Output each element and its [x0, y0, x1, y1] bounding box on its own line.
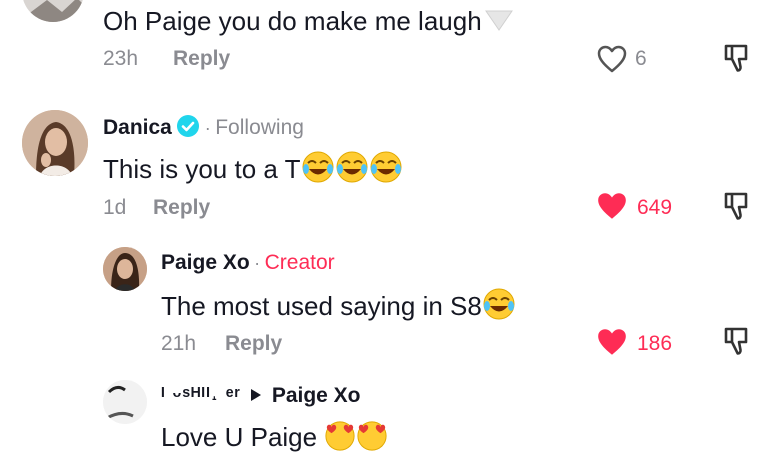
heart-filled-icon[interactable] — [595, 326, 629, 358]
reply-button[interactable]: Reply — [153, 196, 210, 220]
avatar[interactable] — [22, 0, 84, 22]
reply-button[interactable]: Reply — [173, 47, 230, 71]
avatar[interactable] — [22, 110, 88, 176]
creator-label: Creator — [264, 251, 335, 274]
white-heart-icon — [484, 10, 513, 31]
avatar[interactable] — [103, 247, 147, 291]
avatar[interactable] — [103, 380, 147, 424]
heart-outline-icon[interactable] — [596, 44, 628, 74]
author-name[interactable]: Paige Xo — [161, 251, 250, 274]
comment-text-content: This is you to a T — [103, 154, 301, 184]
author-name[interactable]: Danica — [103, 116, 172, 139]
like-count: 6 — [635, 47, 647, 70]
avatar-photo — [103, 247, 147, 291]
smiling-face-with-hearts-icon — [357, 421, 387, 451]
dislike-icon[interactable] — [722, 42, 752, 74]
dislike-icon[interactable] — [722, 190, 752, 222]
like-count: 649 — [637, 196, 673, 219]
dislike-icon[interactable] — [722, 325, 752, 357]
smiling-face-with-hearts-icon — [325, 421, 355, 451]
separator-dot: · — [254, 253, 261, 273]
comment-text: The most used saying in S8 — [161, 287, 516, 322]
comment-time: 23h — [103, 47, 139, 70]
like-count: 186 — [637, 332, 673, 355]
comment-text: This is you to a T — [103, 150, 403, 185]
face-with-tears-of-joy-icon — [302, 151, 333, 183]
face-with-tears-of-joy-icon — [483, 288, 515, 320]
comment-text-content: The most used saying in S8 — [161, 291, 482, 321]
author-name-partial[interactable]: ᴵ ᵕˢᴴᴵᴵ˔ ᵉʳ — [161, 384, 241, 407]
comment-text: Oh Paige you do make me laugh — [103, 2, 516, 37]
separator-dot: · — [204, 118, 211, 138]
avatar-photo — [22, 0, 84, 22]
reply-button[interactable]: Reply — [225, 332, 282, 356]
avatar-photo — [103, 380, 147, 424]
face-with-tears-of-joy-icon — [336, 151, 367, 183]
face-with-tears-of-joy-icon — [370, 151, 401, 183]
comment-time: 21h — [161, 332, 197, 355]
heart-filled-icon[interactable] — [595, 190, 629, 222]
following-label: Following — [215, 116, 304, 139]
comment-text-content: Oh Paige you do make me laugh — [103, 6, 482, 36]
avatar-photo — [22, 110, 88, 176]
comment-time: 1d — [103, 196, 127, 219]
reply-to-name[interactable]: Paige Xo — [272, 384, 361, 407]
comment-text-content: Love U Paige — [161, 422, 318, 452]
verified-badge-icon — [177, 115, 200, 137]
comment-text: Love U Paige — [161, 420, 388, 453]
reply-arrow-icon — [251, 389, 262, 401]
